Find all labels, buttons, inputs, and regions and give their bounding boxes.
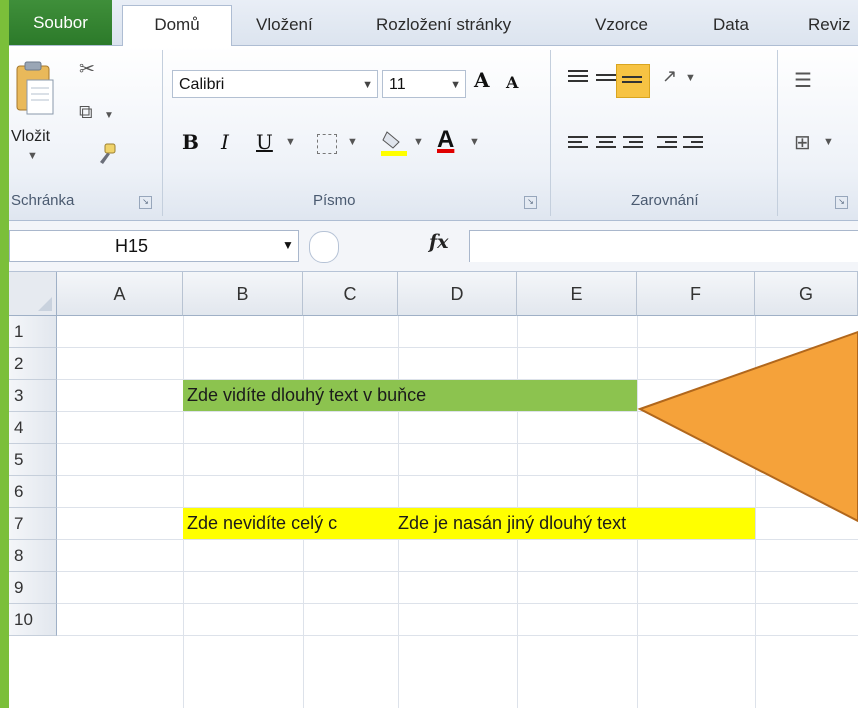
- column-header-d[interactable]: D: [398, 272, 517, 316]
- gridline: [57, 635, 858, 636]
- font-size-combo[interactable]: 11 ▼: [382, 70, 466, 98]
- group-separator: [550, 50, 551, 216]
- font-name-value: Calibri: [179, 76, 225, 93]
- tab-home[interactable]: Domů: [122, 5, 232, 46]
- chevron-down-icon: ▼: [362, 79, 373, 91]
- column-header-a[interactable]: A: [57, 272, 183, 316]
- cell-b3[interactable]: Zde vidíte dlouhý text v buňce: [183, 380, 637, 411]
- font-name-combo[interactable]: Calibri ▼: [172, 70, 378, 98]
- wrap-text-icon[interactable]: ☰: [794, 68, 812, 93]
- cut-icon[interactable]: ✂: [79, 58, 95, 81]
- gridline: [57, 347, 858, 348]
- copy-icon[interactable]: ⧉: [79, 102, 93, 124]
- orientation-icon[interactable]: ↗: [662, 66, 677, 87]
- formula-bar-resize-icon[interactable]: [309, 231, 339, 263]
- name-box-value: H15: [115, 236, 149, 256]
- merge-center-icon[interactable]: ⊞: [794, 130, 811, 155]
- select-all-button[interactable]: [9, 272, 57, 316]
- group-label-clipboard: Schránka: [11, 192, 75, 209]
- fill-color-icon[interactable]: [379, 128, 409, 158]
- decrease-indent-icon[interactable]: [657, 136, 677, 152]
- tab-data[interactable]: Data: [713, 6, 749, 44]
- row-header[interactable]: 7: [9, 508, 57, 540]
- gridline: [57, 411, 858, 412]
- column-header-b[interactable]: B: [183, 272, 303, 316]
- border-dropdown-icon[interactable]: ▼: [347, 136, 358, 148]
- row-header[interactable]: 6: [9, 476, 57, 508]
- font-size-value: 11: [389, 76, 406, 93]
- gridline: [57, 443, 858, 444]
- fill-color-dropdown-icon[interactable]: ▼: [413, 136, 424, 148]
- tab-page-layout[interactable]: Rozložení stránky: [376, 6, 511, 44]
- insert-function-icon[interactable]: fx: [429, 231, 449, 253]
- align-bottom-icon: [622, 76, 642, 92]
- row-header[interactable]: 9: [9, 572, 57, 604]
- tab-formulas[interactable]: Vzorce: [595, 6, 648, 44]
- align-right-icon[interactable]: [623, 136, 643, 152]
- gridline: [57, 475, 858, 476]
- group-separator: [162, 50, 163, 216]
- align-left-icon[interactable]: [568, 136, 588, 152]
- merge-dropdown-icon[interactable]: ▼: [823, 136, 834, 148]
- border-icon[interactable]: [317, 134, 337, 154]
- gridline: [755, 316, 756, 708]
- tab-insert[interactable]: Vložení: [256, 6, 313, 44]
- row-header[interactable]: 2: [9, 348, 57, 380]
- chevron-down-icon: ▼: [450, 79, 461, 91]
- row-header[interactable]: 8: [9, 540, 57, 572]
- ribbon: Vložit ▼ ✂ ⧉ ▼ Schránka ↘ Calibri ▼ 11 ▼…: [9, 46, 858, 221]
- gridline: [57, 603, 858, 604]
- column-header-e[interactable]: E: [517, 272, 637, 316]
- gridline: [57, 571, 858, 572]
- bold-button[interactable]: B: [182, 130, 199, 154]
- row-header[interactable]: 5: [9, 444, 57, 476]
- alignment-launcher-icon[interactable]: ↘: [835, 196, 848, 209]
- worksheet-grid[interactable]: A B C D E F G 1 2 3 4 5 6 7 8 9 10 Zde v…: [9, 272, 858, 708]
- row-header[interactable]: 4: [9, 412, 57, 444]
- chevron-down-icon[interactable]: ▼: [282, 238, 294, 252]
- align-middle-icon[interactable]: [596, 74, 616, 90]
- formula-input[interactable]: [469, 230, 858, 262]
- column-header-c[interactable]: C: [303, 272, 398, 316]
- font-launcher-icon[interactable]: ↘: [524, 196, 537, 209]
- clipboard-launcher-icon[interactable]: ↘: [139, 196, 152, 209]
- group-label-font: Písmo: [313, 192, 356, 209]
- font-color-dropdown-icon[interactable]: ▼: [469, 136, 480, 148]
- increase-indent-icon[interactable]: [683, 136, 703, 152]
- cell-d7[interactable]: Zde je nasán jiný dlouhý text: [398, 508, 755, 539]
- excel-window: Soubor Domů Vložení Rozložení stránky Vz…: [9, 0, 858, 708]
- copy-dropdown-icon[interactable]: ▼: [104, 110, 114, 121]
- tab-file[interactable]: Soubor: [9, 0, 112, 45]
- gridline: [57, 539, 858, 540]
- underline-dropdown-icon[interactable]: ▼: [285, 136, 296, 148]
- italic-button[interactable]: I: [221, 130, 229, 154]
- formula-bar: H15 ▼ fx: [9, 221, 858, 272]
- ribbon-tabs: Soubor Domů Vložení Rozložení stránky Vz…: [9, 0, 858, 46]
- cell-b7[interactable]: Zde nevidíte celý c: [183, 508, 398, 539]
- column-header-f[interactable]: F: [637, 272, 755, 316]
- paste-icon[interactable]: [13, 60, 57, 120]
- align-center-icon[interactable]: [596, 136, 616, 152]
- tab-review[interactable]: Reviz: [808, 6, 851, 44]
- underline-button[interactable]: U: [256, 130, 273, 154]
- group-separator: [777, 50, 778, 216]
- column-header-g[interactable]: G: [755, 272, 858, 316]
- group-label-alignment: Zarovnání: [631, 192, 699, 209]
- align-top-icon[interactable]: [568, 70, 588, 86]
- row-header[interactable]: 3: [9, 380, 57, 412]
- font-color-icon[interactable]: A: [437, 126, 454, 154]
- name-box[interactable]: H15 ▼: [9, 230, 299, 262]
- paste-dropdown-icon[interactable]: ▼: [27, 150, 38, 162]
- paste-button-label[interactable]: Vložit: [11, 128, 50, 146]
- shrink-font-icon[interactable]: A: [506, 73, 518, 92]
- grow-font-icon[interactable]: A: [474, 68, 490, 92]
- orientation-dropdown-icon[interactable]: ▼: [685, 72, 696, 84]
- format-painter-icon[interactable]: [95, 142, 119, 166]
- row-header[interactable]: 10: [9, 604, 57, 636]
- row-header[interactable]: 1: [9, 316, 57, 348]
